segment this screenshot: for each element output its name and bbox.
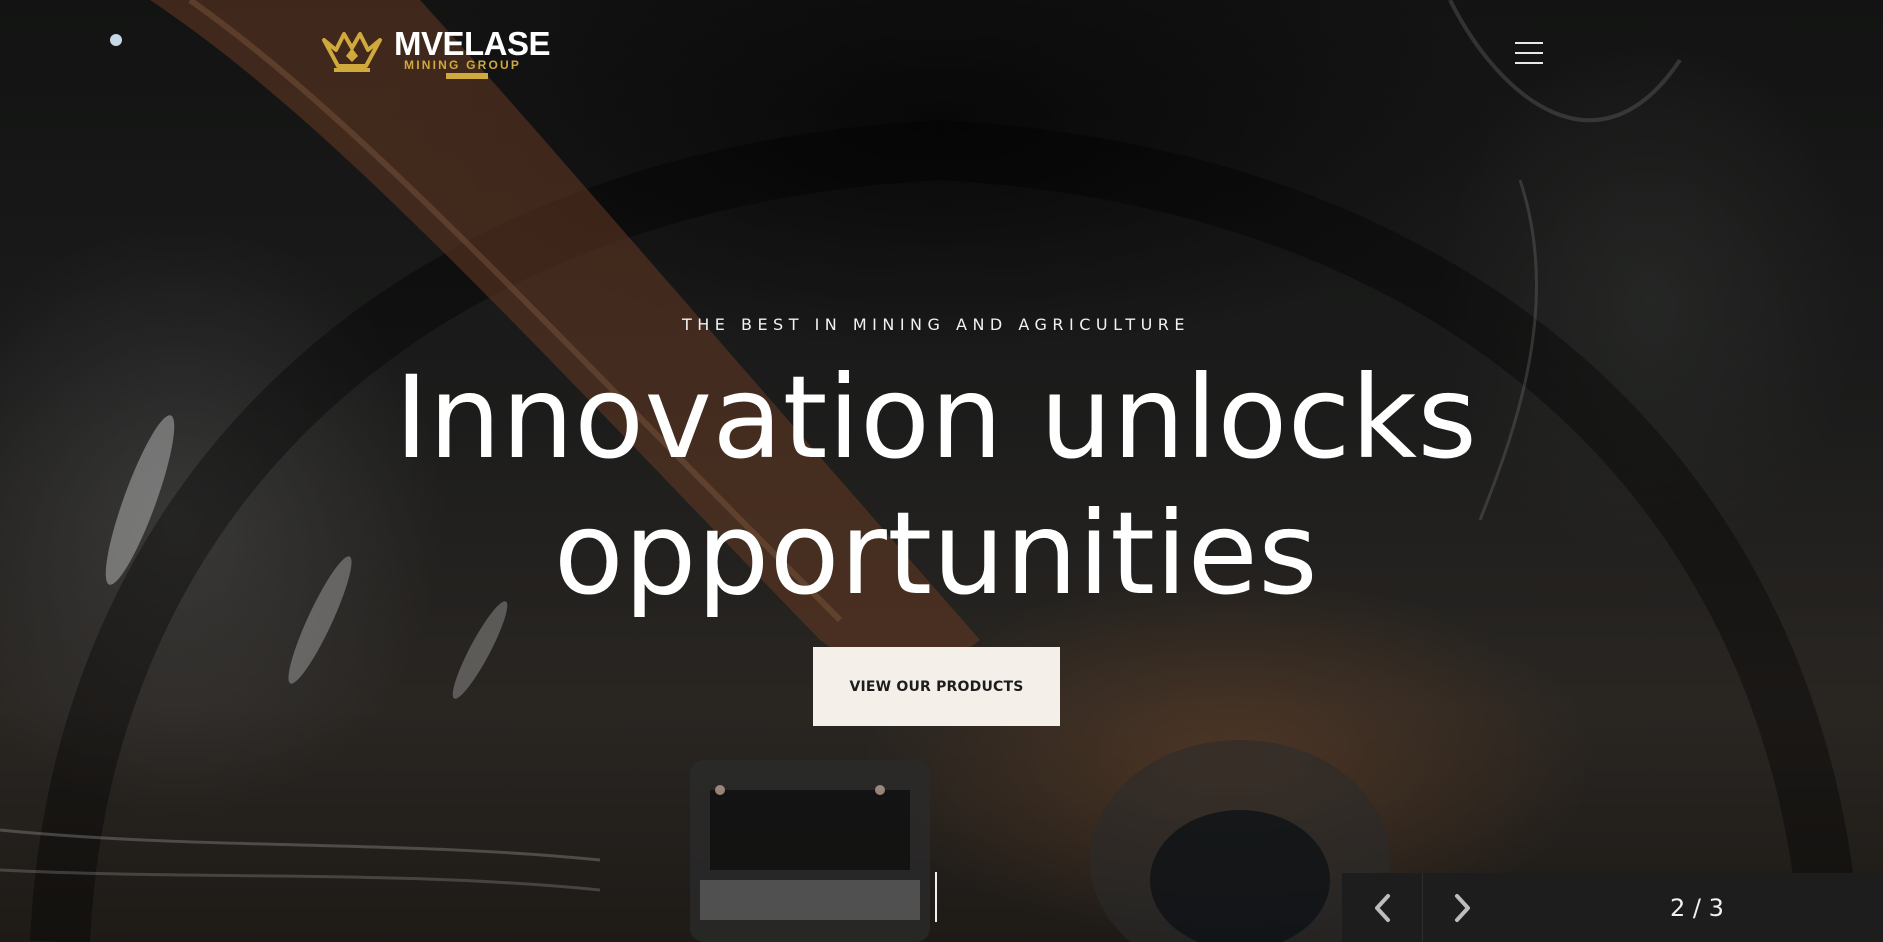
hero-slider: MVELASE MINING GROUP THE BEST IN MINING … [0,0,1883,942]
hero-kicker: THE BEST IN MINING AND AGRICULTURE [681,315,1191,334]
chevron-right-icon [1455,893,1470,922]
brand-logo[interactable]: MVELASE MINING GROUP [320,25,551,79]
menu-line [1515,42,1543,44]
slider-prev-button[interactable] [1342,873,1423,942]
hero-headline-line2: opportunities [553,487,1319,620]
view-products-button[interactable]: VIEW OUR PRODUCTS [813,647,1060,726]
menu-line [1515,62,1543,64]
slider-controls: 2 / 3 [1342,873,1883,942]
hero-headline: Innovation unlocks opportunities [0,350,1872,622]
hero-headline-line1: Innovation unlocks [394,351,1478,484]
brand-name: MVELASE [394,25,551,62]
status-dot [110,34,122,46]
chevron-left-icon [1375,893,1390,922]
brand-underline [446,73,488,79]
crown-logo-icon [322,32,382,72]
brand-text: MVELASE MINING GROUP [394,25,551,79]
menu-line [1515,52,1543,54]
slide-counter: 2 / 3 [1670,893,1724,922]
hamburger-menu-icon[interactable] [1515,42,1543,64]
slider-next-button[interactable] [1423,873,1503,942]
scroll-indicator [935,872,937,922]
